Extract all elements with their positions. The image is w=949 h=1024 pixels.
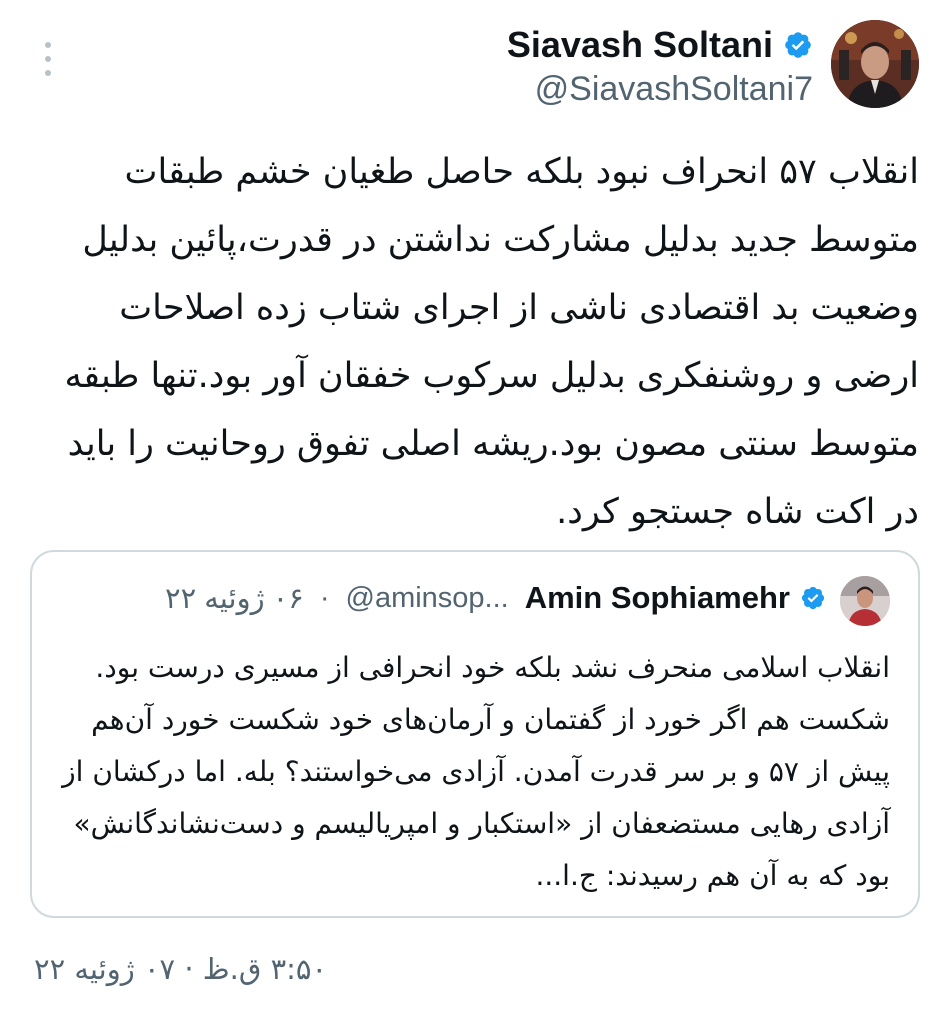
quoted-tweet-text: انقلاب اسلامی منحرف نشد بلکه خود انحرافی… <box>62 651 890 892</box>
author-name[interactable]: Siavash Soltani <box>507 24 773 66</box>
quoted-author-handle: @aminsop... <box>345 581 509 614</box>
verified-badge-icon <box>785 32 811 58</box>
quoted-tweet-header: ۰۶ ژوئیه ۲۲ · @aminsop... Amin Sophiameh… <box>165 580 826 616</box>
quoted-author-avatar[interactable] <box>840 576 890 626</box>
tweet-text: انقلاب ۵۷ انحراف نبود بلکه حاصل طغیان خش… <box>64 152 920 532</box>
quoted-separator: · <box>319 581 330 614</box>
quoted-author-name: Amin Sophiamehr <box>524 580 790 615</box>
tweet-author: Siavash Soltani @SiavashSoltani7 <box>507 24 813 109</box>
vertical-ellipsis-icon-dot <box>45 70 51 76</box>
vertical-ellipsis-icon-dot <box>45 56 51 62</box>
vertical-ellipsis-icon <box>45 42 51 48</box>
quoted-verified-badge-icon <box>801 586 825 610</box>
tweet-timestamp[interactable]: ۳:۵۰ ق.ظ · ۰۷ ژوئیه ۲۲ <box>34 952 327 986</box>
profile-photo <box>831 20 919 108</box>
quoted-tweet-card[interactable]: ۰۶ ژوئیه ۲۲ · @aminsop... Amin Sophiameh… <box>30 550 920 918</box>
quoted-date: ۰۶ ژوئیه ۲۲ <box>165 582 304 615</box>
author-avatar[interactable] <box>831 20 919 108</box>
author-handle[interactable]: @SiavashSoltani7 <box>507 70 813 109</box>
quoted-profile-photo <box>840 576 890 626</box>
more-options-button[interactable] <box>38 42 58 76</box>
